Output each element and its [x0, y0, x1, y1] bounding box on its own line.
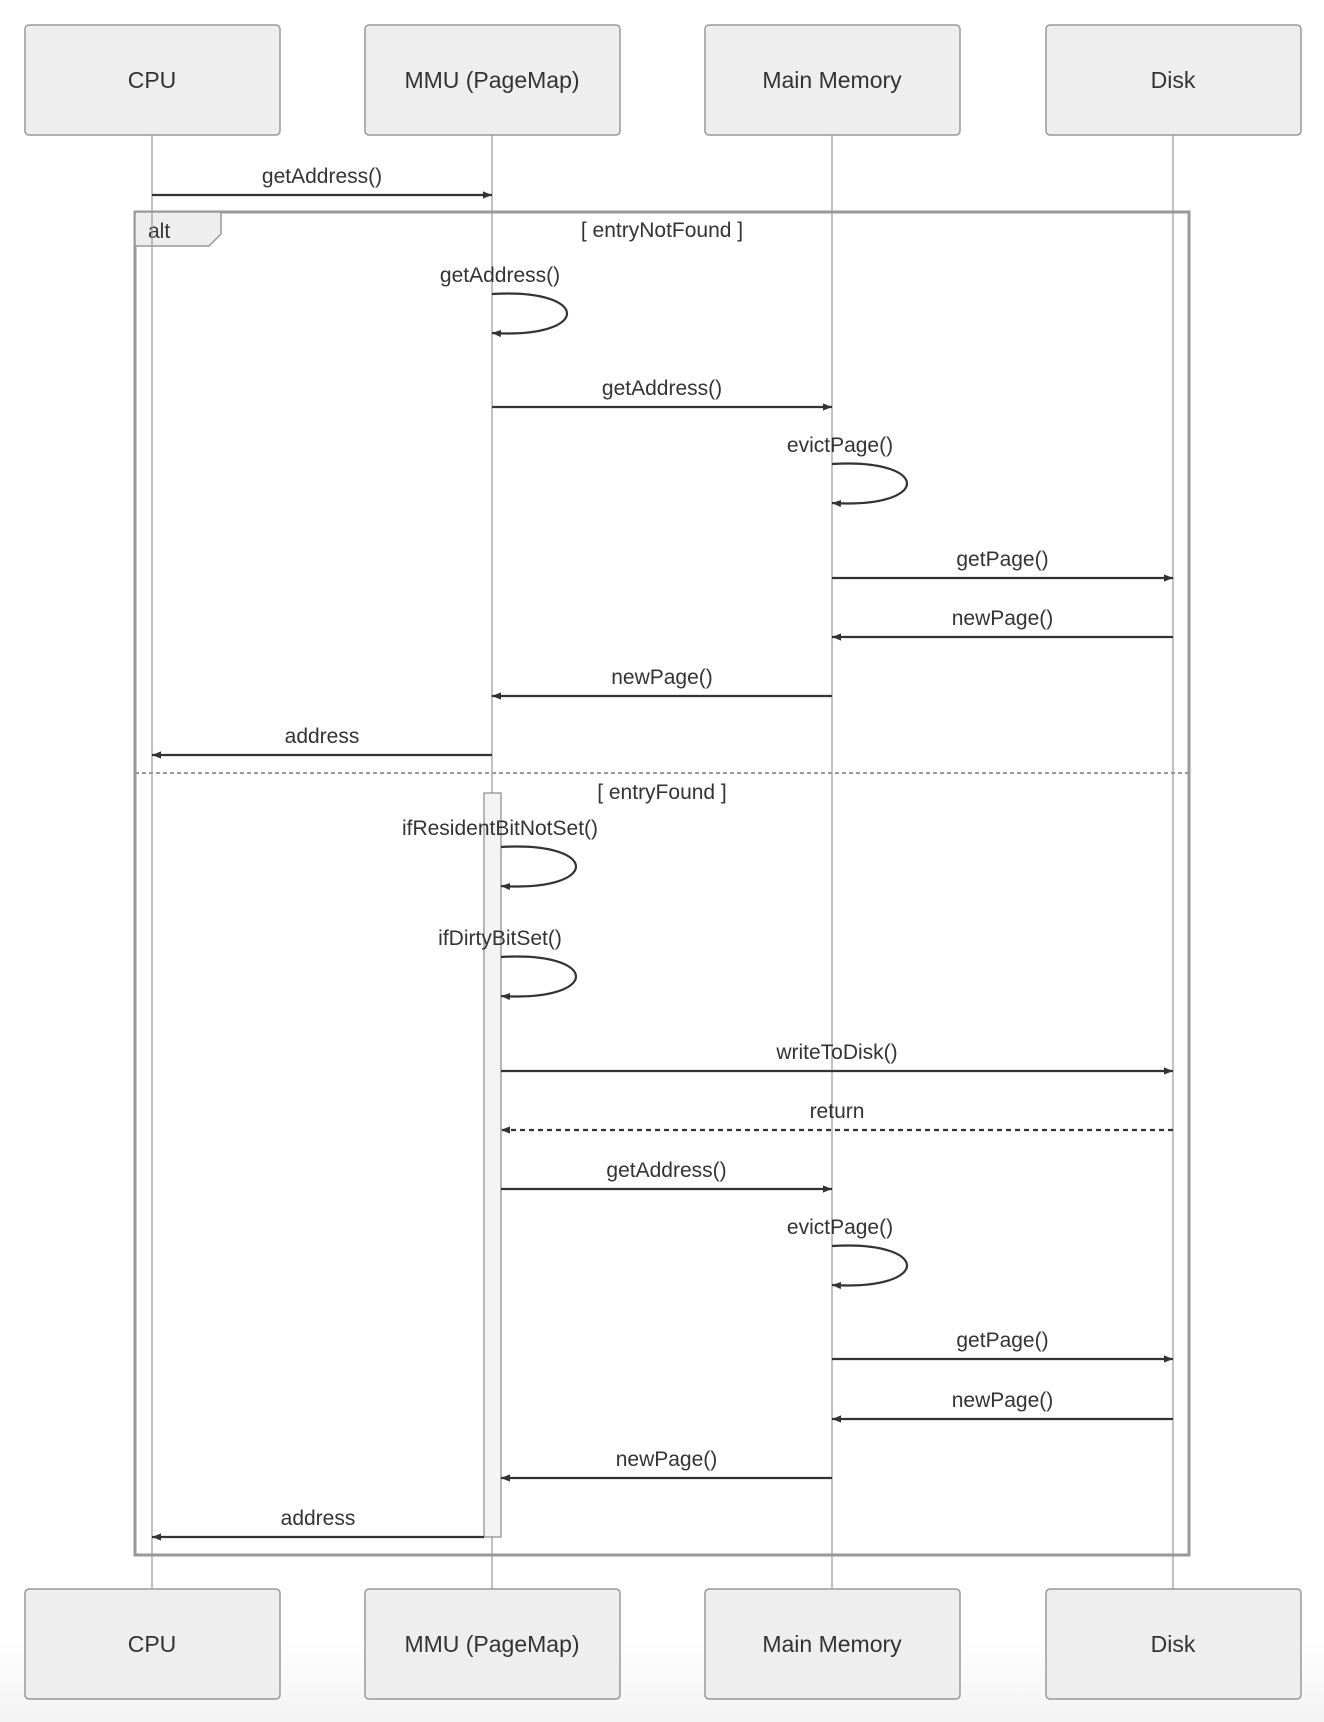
self-message-arrow	[500, 845, 578, 891]
mmu-activation-bar	[483, 792, 502, 1538]
message-newpage: newPage()	[492, 666, 832, 700]
actor-mem-bottom[interactable]: Main Memory	[704, 1588, 961, 1700]
message-label: newPage()	[952, 607, 1054, 630]
message-label: getAddress()	[440, 264, 560, 287]
message-label: return	[810, 1100, 865, 1123]
message-label: newPage()	[616, 1448, 718, 1471]
actor-label: Disk	[1151, 67, 1196, 93]
message-getaddress: getAddress()	[501, 1159, 832, 1193]
message-label: getAddress()	[262, 165, 382, 188]
message-address: address	[152, 1507, 484, 1541]
actor-disk-bottom[interactable]: Disk	[1045, 1588, 1302, 1700]
message-label: getAddress()	[602, 377, 722, 400]
actor-cpu-top[interactable]: CPU	[24, 24, 281, 136]
self-message-arrow	[491, 292, 569, 338]
actor-disk-top[interactable]: Disk	[1045, 24, 1302, 136]
actor-label: Disk	[1151, 1631, 1196, 1657]
message-label: getAddress()	[606, 1159, 726, 1182]
message-getaddress: getAddress()	[492, 377, 832, 411]
message-label: newPage()	[952, 1389, 1054, 1412]
actor-label: CPU	[128, 1631, 177, 1657]
message-label: ifResidentBitNotSet()	[402, 817, 598, 840]
actor-cpu-bottom[interactable]: CPU	[24, 1588, 281, 1700]
message-return: return	[501, 1100, 1173, 1134]
actor-label: Main Memory	[762, 1631, 902, 1657]
message-label: evictPage()	[787, 1216, 893, 1239]
message-label: writeToDisk()	[775, 1041, 897, 1064]
message-newpage: newPage()	[832, 607, 1173, 641]
message-evictpage: evictPage()	[787, 1216, 909, 1290]
message-getpage: getPage()	[832, 548, 1173, 582]
condition-entry-not-found: [ entryNotFound ]	[581, 219, 743, 242]
message-getaddress: getAddress()	[152, 165, 492, 199]
actor-label: MMU (PageMap)	[404, 1631, 579, 1657]
self-message-arrow	[500, 955, 578, 1001]
message-getaddress: getAddress()	[440, 264, 569, 338]
sequence-diagram: alt [ entryNotFound ] [ entryFound ] CPU…	[24, 24, 1302, 1700]
actor-label: CPU	[128, 67, 177, 93]
message-newpage: newPage()	[832, 1389, 1173, 1423]
condition-entry-found: [ entryFound ]	[597, 781, 727, 804]
actor-mem-top[interactable]: Main Memory	[704, 24, 961, 136]
message-newpage: newPage()	[501, 1448, 832, 1482]
message-address: address	[152, 725, 492, 759]
self-message-arrow	[831, 1244, 909, 1290]
actor-label: Main Memory	[762, 67, 902, 93]
message-label: address	[285, 725, 360, 748]
message-evictpage: evictPage()	[787, 434, 909, 508]
actor-label: MMU (PageMap)	[404, 67, 579, 93]
message-label: newPage()	[611, 666, 713, 689]
message-label: evictPage()	[787, 434, 893, 457]
actor-mmu-top[interactable]: MMU (PageMap)	[364, 24, 621, 136]
message-ifdirtybitset: ifDirtyBitSet()	[438, 927, 578, 1001]
message-label: getPage()	[956, 548, 1048, 571]
actor-mmu-bottom[interactable]: MMU (PageMap)	[364, 1588, 621, 1700]
self-message-arrow	[831, 462, 909, 508]
alt-label: alt	[148, 220, 170, 243]
message-label: getPage()	[956, 1329, 1048, 1352]
alt-fragment: alt [ entryNotFound ] [ entryFound ]	[133, 210, 1191, 1557]
message-label: address	[281, 1507, 356, 1530]
alt-frame-border	[133, 210, 1191, 1557]
message-writetodisk: writeToDisk()	[501, 1041, 1173, 1075]
message-label: ifDirtyBitSet()	[438, 927, 562, 950]
message-getpage: getPage()	[832, 1329, 1173, 1363]
